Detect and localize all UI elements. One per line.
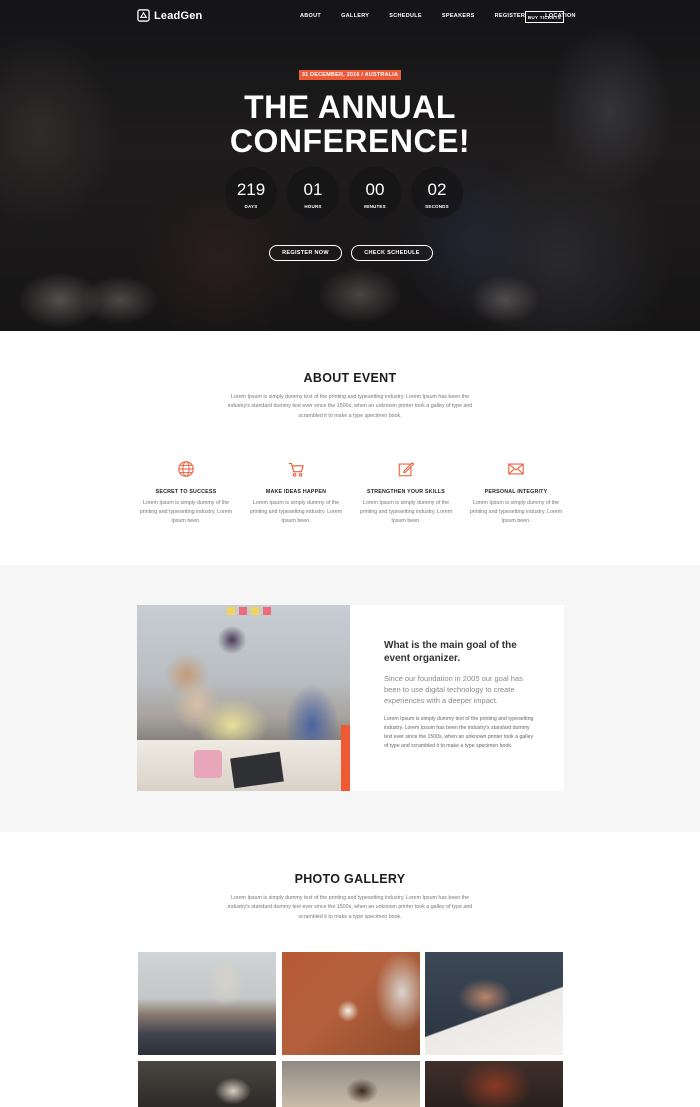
gallery-photo-crowd[interactable] — [425, 1061, 563, 1107]
features-row: SECRET TO SUCCESS Lorem Ipsum is simply … — [138, 460, 564, 526]
sticky-note — [251, 607, 259, 615]
feature-title: PERSONAL INTEGRITY — [484, 489, 548, 495]
nav-gallery[interactable]: GALLERY — [341, 13, 369, 19]
gallery-photo-writing[interactable] — [425, 952, 563, 1055]
countdown-minutes: 00 MINUTES — [349, 167, 401, 219]
hero-section: LeadGen ABOUT GALLERY SCHEDULE SPEAKERS … — [0, 0, 700, 331]
event-date-badge: 31 DECEMBER, 2016 / AUSTRALIA — [299, 70, 401, 80]
gallery-photo-cathedral[interactable] — [138, 952, 276, 1055]
goal-section: What is the main goal of the event organ… — [0, 565, 700, 832]
goal-heading: What is the main goal of the event organ… — [384, 640, 517, 664]
nav-schedule[interactable]: SCHEDULE — [389, 13, 422, 19]
countdown-value: 219 — [236, 180, 266, 199]
brand-logo[interactable]: LeadGen — [137, 9, 202, 22]
feature-text: Lorem Ipsum is simply dummy of the print… — [469, 500, 563, 524]
hero-title: THE ANNUAL CONFERENCE! — [150, 90, 550, 158]
feature-item: MAKE IDEAS HAPPEN Lorem Ipsum is simply … — [248, 460, 344, 526]
brand-name: LeadGen — [154, 9, 203, 22]
countdown-seconds: 02 SECONDS — [411, 167, 463, 219]
feature-title: MAKE IDEAS HAPPEN — [265, 489, 327, 495]
feature-text: Lorem Ipsum is simply dummy of the print… — [249, 500, 343, 524]
about-title: ABOUT EVENT — [303, 371, 397, 385]
cart-icon — [288, 463, 304, 477]
logo-mark-icon — [137, 9, 150, 22]
goal-card: What is the main goal of the event organ… — [137, 605, 564, 791]
photo-accent — [341, 725, 350, 791]
feature-text: Lorem Ipsum is simply dummy of the print… — [359, 500, 453, 524]
feature-title: SECRET TO SUCCESS — [155, 489, 217, 495]
goal-lead: Since our foundation in 2005 our goal ha… — [384, 674, 523, 705]
buy-tickets-button[interactable]: BUY TICKETS — [525, 11, 564, 23]
team-meeting-photo — [137, 605, 350, 791]
countdown-value: 02 — [427, 180, 447, 199]
nav-register[interactable]: REGISTER — [495, 13, 526, 19]
countdown-label: HOURS — [304, 204, 322, 209]
mail-icon — [508, 463, 524, 475]
hero-title-line-1: THE ANNUAL — [244, 89, 456, 125]
feature-item: SECRET TO SUCCESS Lorem Ipsum is simply … — [138, 460, 234, 526]
feature-title: STRENGTHEN YOUR SKILLS — [367, 489, 445, 495]
photo-pencil-cup — [194, 750, 222, 778]
nav-about[interactable]: ABOUT — [300, 13, 321, 19]
sticky-note — [239, 607, 247, 615]
gallery-title: PHOTO GALLERY — [294, 872, 406, 886]
countdown-label: MINUTES — [364, 204, 386, 209]
gallery-photo-coasters[interactable] — [282, 1061, 420, 1107]
gallery-description: Lorem Ipsum is simply dummy text of the … — [227, 895, 473, 920]
countdown-timer: 219 DAYS 01 HOURS 00 MINUTES 02 SECONDS — [225, 167, 473, 219]
feature-text: Lorem Ipsum is simply dummy of the print… — [139, 500, 233, 524]
hero-title-line-2: CONFERENCE! — [229, 123, 471, 159]
feature-item: STRENGTHEN YOUR SKILLS Lorem Ipsum is si… — [358, 460, 454, 526]
top-navbar: LeadGen ABOUT GALLERY SCHEDULE SPEAKERS … — [0, 0, 700, 34]
countdown-days: 219 DAYS — [225, 167, 277, 219]
check-schedule-button[interactable]: CHECK SCHEDULE — [351, 245, 433, 261]
globe-icon — [178, 461, 194, 477]
gallery-photo-coffee-table[interactable] — [282, 952, 420, 1055]
goal-body: Lorem Ipsum is simply dummy text of the … — [384, 716, 534, 749]
countdown-value: 01 — [303, 180, 323, 199]
countdown-label: DAYS — [244, 204, 258, 209]
feature-item: PERSONAL INTEGRITY Lorem Ipsum is simply… — [468, 460, 564, 526]
about-description: Lorem Ipsum is simply dummy text of the … — [227, 394, 473, 419]
countdown-label: SECONDS — [425, 204, 449, 209]
countdown-value: 00 — [365, 180, 385, 199]
nav-speakers[interactable]: SPEAKERS — [442, 13, 475, 19]
register-now-button[interactable]: REGISTER NOW — [269, 245, 342, 261]
gallery-photo-cafe[interactable] — [138, 1061, 276, 1107]
sticky-note — [227, 607, 235, 615]
sticky-note — [263, 607, 271, 615]
countdown-hours: 01 HOURS — [287, 167, 339, 219]
edit-icon — [398, 462, 415, 477]
